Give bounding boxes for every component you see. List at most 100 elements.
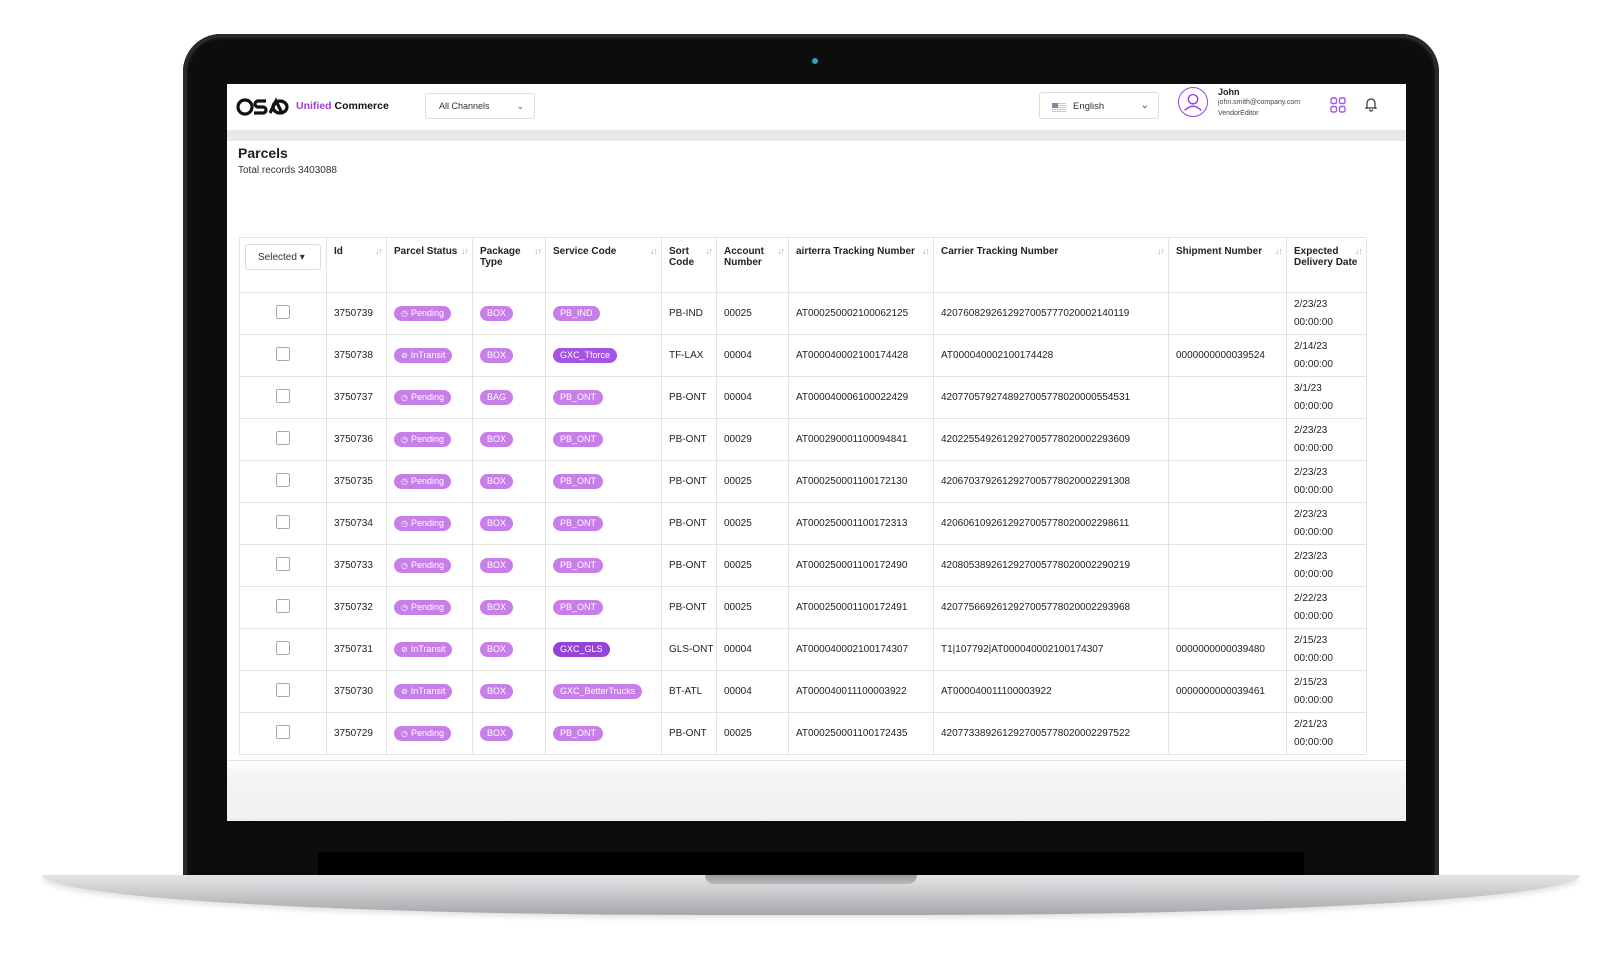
id-cell: 3750736 — [326, 418, 387, 461]
row-checkbox[interactable] — [276, 431, 290, 445]
row-select-cell — [239, 418, 327, 461]
status-cell: ◷ Pending — [386, 586, 473, 629]
row-checkbox[interactable] — [276, 389, 290, 403]
status-badge: ◷ Pending — [394, 600, 452, 615]
ban-icon: ⊘ — [401, 645, 408, 654]
status-cell: ◷ Pending — [386, 292, 473, 335]
status-cell: ◷ Pending — [386, 460, 473, 503]
brand-rest: Commerce — [334, 100, 389, 112]
logo-icon — [236, 97, 289, 116]
bell-icon[interactable] — [1363, 96, 1379, 112]
status-cell: ◷ Pending — [386, 712, 473, 755]
carrier-tracking-cell: 4206061092612927005778020002298611 — [933, 502, 1169, 545]
table-row[interactable]: 3750734 ◷ Pending BOX PB_ONT PB-ONT 00025 AT000… — [239, 502, 1367, 545]
column-header[interactable]: airterra Tracking Number ↓↑ — [788, 237, 934, 293]
shipment-cell — [1168, 712, 1287, 755]
row-checkbox[interactable] — [276, 557, 290, 571]
package-badge: BOX — [480, 516, 514, 531]
table-row[interactable]: 3750729 ◷ Pending BOX PB_ONT PB-ONT 00025 AT000… — [239, 712, 1367, 755]
delivery-time: 00:00:00 — [1294, 694, 1333, 706]
sort-icon: ↓↑ — [650, 246, 658, 256]
shipment-cell — [1168, 502, 1287, 545]
service-cell: PB_ONT — [545, 376, 662, 419]
id-cell: 3750734 — [326, 502, 387, 545]
column-header[interactable]: Service Code ↓↑ — [545, 237, 662, 293]
table-row[interactable]: 3750735 ◷ Pending BOX PB_ONT PB-ONT 00025 AT000… — [239, 460, 1367, 503]
shipment-cell: 0000000000039461 — [1168, 670, 1287, 713]
flag-icon — [1052, 103, 1066, 112]
table-row[interactable]: 3750730 ⊘ InTransit BOX GXC_BetterTrucks BT-A… — [239, 670, 1367, 713]
column-header[interactable]: Package Type ↓↑ — [472, 237, 546, 293]
carrier-tracking-cell: AT000040002100174428 — [933, 334, 1169, 377]
table-row[interactable]: 3750737 ◷ Pending BAG PB_ONT PB-ONT 00004 AT000… — [239, 376, 1367, 419]
delivery-date: 2/23/23 — [1294, 298, 1328, 310]
id-cell: 3750737 — [326, 376, 387, 419]
column-header[interactable]: Parcel Status ↓↑ — [386, 237, 473, 293]
row-select-cell — [239, 334, 327, 377]
sort-icon: ↓↑ — [534, 246, 542, 256]
delivery-date: 2/15/23 — [1294, 676, 1328, 688]
column-header[interactable]: Carrier Tracking Number ↓↑ — [933, 237, 1169, 293]
delivery-time: 00:00:00 — [1294, 358, 1333, 370]
apps-grid-icon[interactable] — [1330, 97, 1346, 113]
column-header-label: airterra Tracking Number — [796, 246, 915, 257]
row-select-cell — [239, 292, 327, 335]
shipment-cell: 0000000000039480 — [1168, 628, 1287, 671]
select-column-header: Selected ▾ — [239, 237, 327, 293]
id-cell: 3750733 — [326, 544, 387, 587]
service-cell: PB_ONT — [545, 502, 662, 545]
selected-dropdown[interactable]: Selected ▾ — [245, 244, 321, 270]
delivery-date: 2/15/23 — [1294, 634, 1328, 646]
status-cell: ⊘ InTransit — [386, 334, 473, 377]
delivery-date: 3/1/23 — [1294, 382, 1322, 394]
total-records: Total records 3403088 — [238, 165, 337, 176]
account-cell: 00029 — [716, 418, 789, 461]
table-fade — [227, 760, 1406, 821]
row-checkbox[interactable] — [276, 683, 290, 697]
service-badge: PB_ONT — [553, 474, 604, 489]
sort-icon: ↓↑ — [375, 246, 383, 256]
column-header[interactable]: Expected Delivery Date ↓↑ — [1286, 237, 1367, 293]
user-avatar-icon[interactable] — [1178, 87, 1208, 117]
delivery-date-cell: 2/23/23 00:00:00 — [1286, 460, 1367, 503]
row-checkbox[interactable] — [276, 347, 290, 361]
package-cell: BOX — [472, 418, 546, 461]
table-row[interactable]: 3750739 ◷ Pending BOX PB_IND PB-IND 00025 AT000… — [239, 292, 1367, 335]
column-header-label: Shipment Number — [1176, 246, 1263, 257]
table-row[interactable]: 3750733 ◷ Pending BOX PB_ONT PB-ONT 00025 AT000… — [239, 544, 1367, 587]
package-badge: BOX — [480, 726, 514, 741]
clock-icon: ◷ — [401, 477, 408, 486]
delivery-date-cell: 2/14/23 00:00:00 — [1286, 334, 1367, 377]
table-row[interactable]: 3750731 ⊘ InTransit BOX GXC_GLS GLS-ONT 00004 A… — [239, 628, 1367, 671]
status-badge-label: Pending — [410, 728, 445, 738]
service-badge: PB_ONT — [553, 600, 604, 615]
row-checkbox[interactable] — [276, 599, 290, 613]
column-header-label: Account Number — [724, 246, 764, 268]
language-select[interactable]: English ⌄ — [1039, 92, 1159, 119]
row-checkbox[interactable] — [276, 641, 290, 655]
id-cell: 3750738 — [326, 334, 387, 377]
package-cell: BOX — [472, 292, 546, 335]
table-row[interactable]: 3750736 ◷ Pending BOX PB_ONT PB-ONT 00029 AT000… — [239, 418, 1367, 461]
package-badge: BOX — [480, 474, 514, 489]
channel-select[interactable]: All Channels ⌄ — [425, 93, 535, 119]
column-header[interactable]: Shipment Number ↓↑ — [1168, 237, 1287, 293]
row-checkbox[interactable] — [276, 305, 290, 319]
table-row[interactable]: 3750738 ⊘ InTransit BOX GXC_Tforce TF-LAX 0000… — [239, 334, 1367, 377]
table-row[interactable]: 3750732 ◷ Pending BOX PB_ONT PB-ONT 00025 AT000… — [239, 586, 1367, 629]
row-checkbox[interactable] — [276, 515, 290, 529]
delivery-date-cell: 2/23/23 00:00:00 — [1286, 418, 1367, 461]
column-header[interactable]: Account Number ↓↑ — [716, 237, 789, 293]
row-checkbox[interactable] — [276, 725, 290, 739]
package-badge: BOX — [480, 306, 514, 321]
sort-icon: ↓↑ — [1355, 246, 1363, 256]
user-email: john.smith@company.com — [1218, 99, 1301, 106]
package-badge: BOX — [480, 558, 514, 573]
column-header[interactable]: Id ↓↑ — [326, 237, 387, 293]
status-badge: ◷ Pending — [394, 390, 452, 405]
sort-icon: ↓↑ — [1275, 246, 1283, 256]
page-title: Parcels — [238, 145, 288, 161]
row-checkbox[interactable] — [276, 473, 290, 487]
sort-code-cell: PB-ONT — [661, 544, 717, 587]
column-header[interactable]: Sort Code ↓↑ — [661, 237, 717, 293]
